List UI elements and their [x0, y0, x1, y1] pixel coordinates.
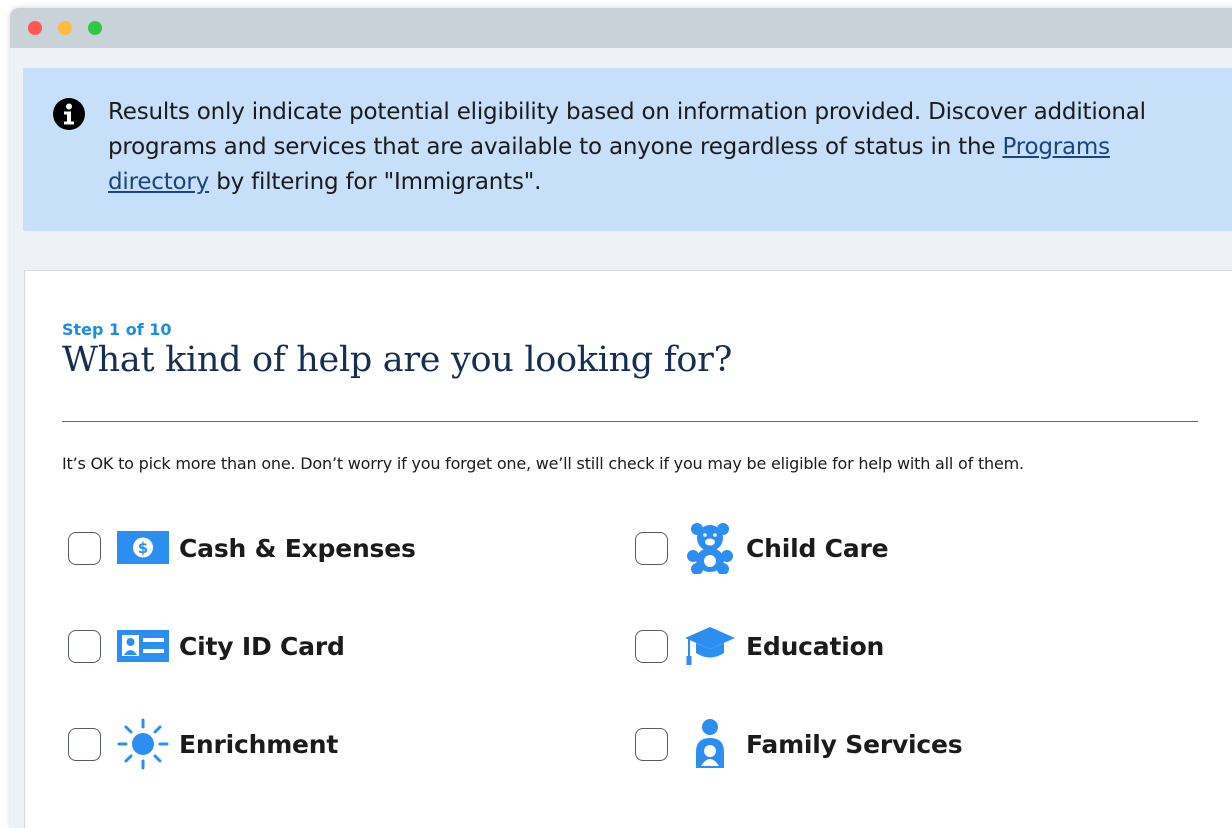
option-label: Cash & Expenses: [179, 533, 416, 563]
option-label: City ID Card: [179, 631, 345, 661]
option-cash-expenses[interactable]: $ Cash & Expenses: [68, 522, 416, 574]
window-titlebar: [10, 8, 1232, 48]
page-title: What kind of help are you looking for?: [62, 340, 733, 380]
checkbox-enrichment[interactable]: [68, 727, 101, 761]
option-label: Family Services: [746, 729, 963, 759]
checkbox-cash-expenses[interactable]: [68, 531, 101, 565]
graduation-cap-icon: [684, 620, 736, 672]
option-enrichment[interactable]: Enrichment: [68, 718, 338, 770]
parent-child-icon: [684, 718, 736, 770]
alert-text-end: by filtering for "Immigrants".: [209, 169, 542, 195]
info-alert: Results only indicate potential eligibil…: [23, 68, 1232, 231]
teddy-bear-icon: [684, 522, 736, 574]
minimize-window-button[interactable]: [58, 21, 72, 35]
alert-message: Results only indicate potential eligibil…: [108, 95, 1208, 200]
option-label: Enrichment: [179, 729, 339, 759]
browser-window: Results only indicate potential eligibil…: [10, 8, 1232, 828]
maximize-window-button[interactable]: [88, 21, 102, 35]
checkbox-education[interactable]: [635, 629, 668, 663]
step-indicator: Step 1 of 10: [62, 320, 172, 339]
close-window-button[interactable]: [28, 21, 42, 35]
dollar-sign-icon: $: [117, 522, 169, 574]
screener-form-card: Step 1 of 10 What kind of help are you l…: [24, 270, 1232, 828]
checkbox-family-services[interactable]: [635, 727, 668, 761]
option-label: Education: [746, 631, 885, 661]
option-child-care[interactable]: Child Care: [635, 522, 889, 574]
form-hint: It’s OK to pick more than one. Don’t wor…: [62, 454, 1024, 473]
id-card-icon: [117, 620, 169, 672]
option-education[interactable]: Education: [635, 620, 884, 672]
sun-icon: [117, 718, 169, 770]
divider: [62, 421, 1198, 422]
option-city-id-card[interactable]: City ID Card: [68, 620, 345, 672]
checkbox-child-care[interactable]: [635, 531, 668, 565]
checkbox-city-id-card[interactable]: [68, 629, 101, 663]
alert-text-start: Results only indicate potential eligibil…: [108, 99, 1146, 160]
svg-text:$: $: [138, 539, 148, 557]
option-label: Child Care: [746, 533, 889, 563]
option-family-services[interactable]: Family Services: [635, 718, 963, 770]
info-circle-icon: [53, 98, 85, 130]
